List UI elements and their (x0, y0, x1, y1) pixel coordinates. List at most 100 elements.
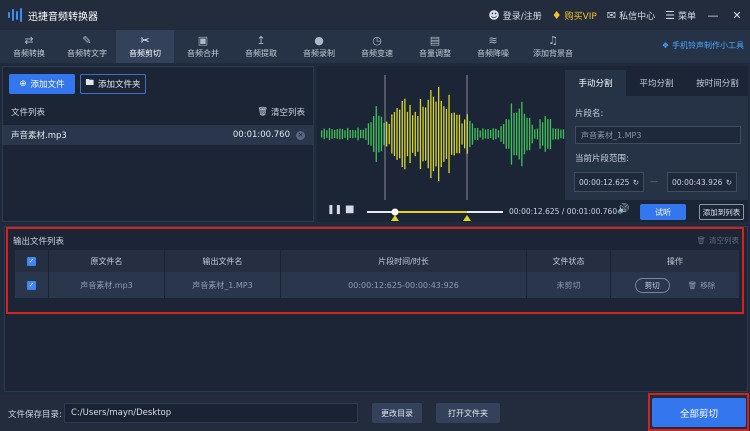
playback-slider[interactable] (367, 202, 507, 222)
waveform-bar (367, 123, 370, 145)
remove-file-icon[interactable]: × (296, 130, 305, 140)
waveform-bar (331, 129, 333, 139)
waveform-bar (328, 128, 331, 140)
message-icon: ✉ (606, 8, 617, 22)
segment-name-input[interactable]: 声音素材_1.MP3 (575, 126, 741, 144)
waveform-bar (505, 119, 507, 149)
change-dir-button[interactable]: 更改目录 (372, 403, 422, 423)
tool-audio-convert[interactable]: ⇄ 音频转换 (0, 30, 58, 63)
waveform-bar (339, 128, 341, 140)
vip-cart-icon: ♦ (551, 8, 562, 22)
ringtone-tool-link[interactable]: ❖ 手机铃声制作小工具 (662, 40, 744, 51)
convert-icon: ⇄ (24, 33, 34, 47)
waveform-bar (323, 128, 325, 140)
list-item[interactable]: 声音素材.mp3 00:01:00.760 × (3, 125, 313, 145)
message-center-button[interactable]: ✉ 私信中心 (607, 9, 655, 22)
waveform-bar (531, 124, 533, 144)
denoise-icon: ≋ (488, 33, 498, 47)
music-icon: ♫ (548, 33, 558, 47)
add-file-button[interactable]: ⊕ 添加文件 (9, 74, 75, 94)
merge-icon: ▣ (197, 33, 209, 47)
waveform-bar (430, 90, 432, 179)
slider-playhead[interactable] (391, 208, 399, 216)
waveform-bar (539, 119, 541, 149)
tab-manual-split[interactable]: 手动分割 (565, 70, 626, 96)
folder-icon: 🖿 (85, 78, 94, 88)
waveform-bar (516, 112, 518, 156)
waveform-bar (526, 117, 528, 151)
open-folder-button[interactable]: 打开文件夹 (436, 403, 500, 423)
waveform-bar (471, 123, 474, 145)
waveform-bar (560, 129, 562, 139)
waveform-bar (414, 111, 416, 157)
waveform-bar (562, 129, 565, 139)
range-start-input[interactable]: 00:00:12.625 ↻ (574, 172, 644, 192)
tool-audio-denoise[interactable]: ≋ 音频降噪 (464, 30, 522, 63)
waveform-bar (396, 108, 398, 160)
waveform-bar (482, 128, 484, 140)
range-start-handle[interactable] (391, 215, 399, 221)
manual-split-form: 片段名: 声音素材_1.MP3 当前片段范围: 00:00:12.625 ↻ —… (565, 96, 748, 200)
tool-audio-extract[interactable]: ↥ 音频提取 (232, 30, 290, 63)
tool-audio-cut[interactable]: ✂ 音频剪切 (116, 30, 174, 63)
range-end-input[interactable]: 00:00:43.926 ↻ (667, 172, 737, 192)
tool-audio-to-text[interactable]: ✎ 音频转文字 (58, 30, 116, 63)
file-duration: 00:01:00.760 (232, 130, 290, 140)
waveform-bar (425, 107, 427, 161)
mic-icon: ● (314, 33, 324, 47)
text-icon: ✎ (82, 33, 92, 47)
playback-controls: ❚❚ ■ 00:00:12.625 / 00:01:00.760 🔊 试听 添加… (317, 202, 748, 222)
file-list-header: 文件列表 🗑 清空列表 (3, 103, 313, 121)
waveform-bar (375, 106, 377, 162)
pause-icon[interactable]: ❚❚ (327, 205, 342, 215)
volume-icon: ▤ (429, 33, 441, 47)
waveform-bar (497, 130, 500, 138)
volume-icon[interactable]: 🔊 (617, 204, 629, 215)
reset-time-icon[interactable]: ↻ (726, 178, 732, 187)
reset-time-icon[interactable]: ↻ (633, 178, 639, 187)
tool-volume-adjust[interactable]: ▤ 音量调整 (406, 30, 464, 63)
tool-audio-speed[interactable]: ◷ 音频变速 (348, 30, 406, 63)
range-end-handle[interactable] (463, 215, 471, 221)
minimize-button[interactable]: — (706, 9, 720, 22)
plus-circle-icon: ⊕ (19, 79, 27, 89)
bottom-bar: 文件保存目录: C:/Users/mayn/Desktop 更改目录 打开文件夹 (0, 395, 750, 431)
waveform-bar (487, 129, 489, 139)
buy-vip-button[interactable]: ♦ 购买VIP (552, 9, 597, 22)
waveform-bar (419, 98, 422, 170)
close-button[interactable]: ✕ (730, 9, 744, 22)
waveform-bar (440, 100, 442, 168)
waveform-bar (388, 123, 390, 145)
waveform-bar (451, 113, 453, 155)
ringtone-icon: ❖ (661, 41, 669, 50)
waveform-bar (443, 106, 445, 162)
tab-time-split[interactable]: 按时间分割 (687, 70, 748, 96)
waveform-bar (373, 116, 375, 152)
stop-icon[interactable]: ■ (345, 204, 354, 215)
waveform-bar (518, 108, 520, 160)
add-folder-button[interactable]: 🖿 添加文件夹 (80, 74, 146, 94)
clear-file-list-button[interactable]: 🗑 清空列表 (257, 106, 305, 118)
waveform-bar (445, 109, 448, 159)
save-dir-input[interactable]: C:/Users/mayn/Desktop (64, 403, 358, 423)
tab-average-split[interactable]: 平均分割 (626, 70, 687, 96)
waveform-bar (344, 130, 346, 138)
login-button[interactable]: ☻ 登录/注册 (488, 9, 542, 22)
tool-add-background-music[interactable]: ♫ 添加背景音 (522, 30, 584, 63)
range-label: 当前片段范围: (575, 154, 629, 164)
scissors-icon: ✂ (140, 33, 150, 47)
waveform-bar (529, 117, 531, 151)
tool-audio-record[interactable]: ● 音频录制 (290, 30, 348, 63)
menu-icon: ☰ (665, 8, 675, 22)
tool-audio-merge[interactable]: ▣ 音频合并 (174, 30, 232, 63)
waveform-bar (547, 119, 549, 149)
waveform-bar (503, 124, 505, 144)
waveform-bar (542, 122, 544, 146)
listen-button[interactable]: 试听 (640, 204, 686, 220)
menu-button[interactable]: ☰ 菜单 (665, 9, 696, 22)
waveform-bar (360, 129, 362, 139)
waveform-bar (404, 98, 406, 170)
tool-bar: ⇄ 音频转换 ✎ 音频转文字 ✂ 音频剪切 ▣ 音频合并 ↥ 音频提取 ● 音频… (0, 30, 750, 63)
waveform-bar (347, 127, 349, 141)
add-to-list-button[interactable]: 添加到列表 (699, 204, 744, 220)
